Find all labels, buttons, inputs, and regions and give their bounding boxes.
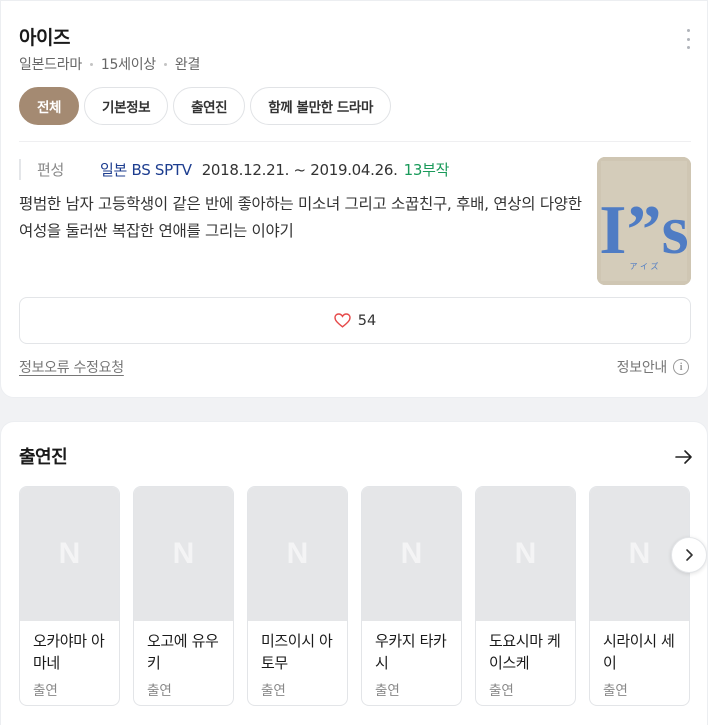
cast-name: 시라이시 세이 [603, 632, 675, 672]
placeholder-logo: N [628, 537, 651, 570]
cast-role: 출연 [603, 683, 628, 699]
separator-dot [163, 62, 167, 66]
error-report-link[interactable]: 정보오류 수정요청 [19, 357, 124, 377]
cast-role: 출연 [147, 683, 172, 699]
placeholder-logo: N [286, 537, 309, 570]
drama-title: 아이즈 [19, 27, 70, 49]
info-icon: i [673, 359, 689, 375]
cast-card[interactable]: N 도요시마 케이스케 출연 [475, 486, 576, 706]
tab-all[interactable]: 전체 [19, 87, 80, 125]
cast-name: 오고에 유우키 [147, 632, 219, 672]
meta-genre: 일본드라마 [19, 57, 82, 73]
placeholder-logo: N [58, 537, 81, 570]
info-guide-button[interactable]: 정보안내 i [617, 357, 689, 377]
broadcast-label: 편성 [19, 159, 100, 180]
cast-card[interactable]: N 시라이시 세이 출연 [589, 486, 690, 706]
divider [19, 141, 691, 142]
chevron-right-icon [686, 549, 693, 561]
info-guide-label: 정보안내 [616, 360, 668, 376]
cast-photo-placeholder: N [362, 487, 461, 621]
poster-image: I”s ア イ ズ [597, 157, 691, 285]
cast-card[interactable]: N 오카야마 아마네 출연 [19, 486, 120, 706]
like-button[interactable]: 54 [19, 297, 691, 344]
broadcast-info-row: 편성 일본 BS SPTV 2018.12.21. ~ 2019.04.26. … [19, 159, 449, 180]
poster-logo-text: I”s [599, 192, 688, 269]
broadcast-channel-link[interactable]: 일본 BS SPTV [100, 159, 192, 180]
cast-name: 미즈이시 아토무 [261, 632, 333, 672]
meta-status: 완결 [174, 57, 201, 73]
tab-cast[interactable]: 출연진 [173, 87, 246, 125]
placeholder-logo: N [400, 537, 423, 570]
broadcast-date: 2018.12.21. ~ 2019.04.26. [201, 160, 398, 179]
meta-rating: 15세이상 [100, 57, 156, 73]
cast-photo-placeholder: N [20, 487, 119, 621]
tab-bar: 전체 기본정보 출연진 함께 볼만한 드라마 [19, 87, 391, 125]
arrow-right-icon[interactable] [673, 446, 695, 468]
cast-role: 출연 [489, 683, 514, 699]
cast-name: 도요시마 케이스케 [489, 632, 561, 672]
tab-basic-info[interactable]: 기본정보 [84, 87, 169, 125]
cast-card[interactable]: N 미즈이시 아토무 출연 [247, 486, 348, 706]
cast-photo-placeholder: N [134, 487, 233, 621]
like-count: 54 [357, 312, 377, 329]
cast-section-title: 출연진 [19, 447, 68, 468]
cast-name: 오카야마 아마네 [33, 632, 105, 672]
poster-subtitle-text: ア イ ズ [629, 261, 658, 271]
synopsis: 평범한 남자 고등학생이 같은 반에 좋아하는 미소녀 그리고 소꿉친구, 후배… [19, 195, 582, 240]
cast-role: 출연 [375, 683, 400, 699]
cast-name: 우카지 타카시 [375, 632, 447, 672]
cast-photo-placeholder: N [248, 487, 347, 621]
more-options-icon[interactable] [682, 29, 694, 49]
heart-icon [334, 313, 351, 328]
episode-count: 13부작 [403, 161, 450, 179]
cast-photo-placeholder: N [476, 487, 575, 621]
cast-card[interactable]: N 우카지 타카시 출연 [361, 486, 462, 706]
cast-role: 출연 [261, 683, 286, 699]
drama-info-card: 아이즈 일본드라마 15세이상 완결 전체 기본정보 출연진 함께 볼만한 드라… [0, 0, 708, 398]
cast-role: 출연 [33, 683, 58, 699]
placeholder-logo: N [514, 537, 537, 570]
drama-meta: 일본드라마 15세이상 완결 [19, 54, 200, 74]
cast-list: N 오카야마 아마네 출연 N 오고에 유우키 출연 N 미즈이시 아토무 출연… [19, 486, 690, 706]
drama-poster[interactable]: I”s ア イ ズ [597, 157, 691, 285]
separator-dot [89, 62, 93, 66]
cast-section-card: 출연진 N 오카야마 아마네 출연 N 오고에 유우키 출연 N 미즈이시 아토… [0, 421, 708, 725]
carousel-next-button[interactable] [671, 537, 707, 573]
placeholder-logo: N [172, 537, 195, 570]
cast-card[interactable]: N 오고에 유우키 출연 [133, 486, 234, 706]
tab-related-dramas[interactable]: 함께 볼만한 드라마 [250, 87, 391, 125]
